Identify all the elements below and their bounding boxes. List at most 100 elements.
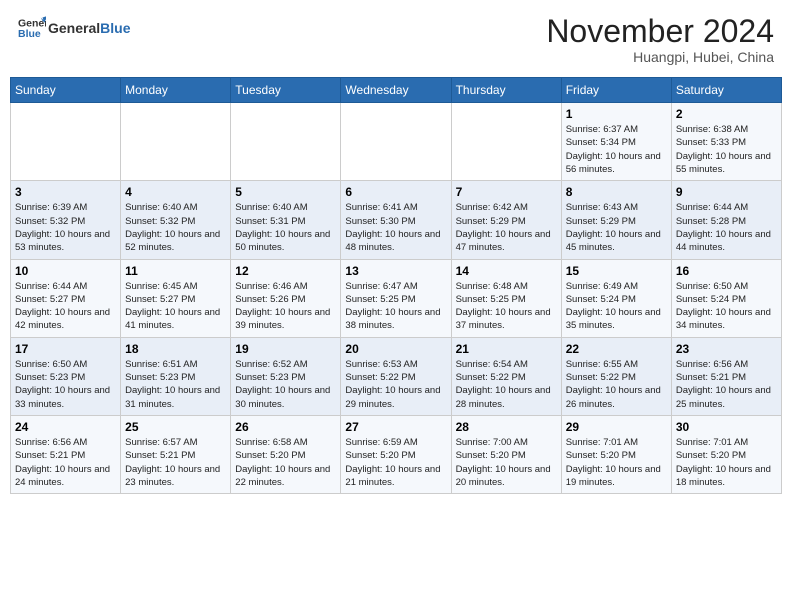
- day-info: Sunrise: 6:40 AM Sunset: 5:32 PM Dayligh…: [125, 201, 226, 254]
- day-info: Sunrise: 6:55 AM Sunset: 5:22 PM Dayligh…: [566, 358, 667, 411]
- day-info: Sunrise: 6:44 AM Sunset: 5:27 PM Dayligh…: [15, 280, 116, 333]
- week-row-1: 1 Sunrise: 6:37 AM Sunset: 5:34 PM Daylig…: [11, 103, 782, 181]
- day-cell: 24 Sunrise: 6:56 AM Sunset: 5:21 PM Dayli…: [11, 415, 121, 493]
- day-cell: 10 Sunrise: 6:44 AM Sunset: 5:27 PM Dayli…: [11, 259, 121, 337]
- day-info: Sunrise: 6:48 AM Sunset: 5:25 PM Dayligh…: [456, 280, 557, 333]
- day-info: Sunrise: 6:50 AM Sunset: 5:23 PM Dayligh…: [15, 358, 116, 411]
- day-info: Sunrise: 6:52 AM Sunset: 5:23 PM Dayligh…: [235, 358, 336, 411]
- week-row-3: 10 Sunrise: 6:44 AM Sunset: 5:27 PM Dayli…: [11, 259, 782, 337]
- header-saturday: Saturday: [671, 78, 781, 103]
- day-number: 15: [566, 264, 667, 278]
- month-title: November 2024: [546, 14, 774, 49]
- day-number: 12: [235, 264, 336, 278]
- week-row-5: 24 Sunrise: 6:56 AM Sunset: 5:21 PM Dayli…: [11, 415, 782, 493]
- day-cell: 9 Sunrise: 6:44 AM Sunset: 5:28 PM Daylig…: [671, 181, 781, 259]
- day-cell: 18Sunrise: 6:51 AM Sunset: 5:23 PM Dayli…: [121, 337, 231, 415]
- day-cell: 27 Sunrise: 6:59 AM Sunset: 5:20 PM Dayli…: [341, 415, 451, 493]
- day-number: 30: [676, 420, 777, 434]
- day-number: 23: [676, 342, 777, 356]
- day-info: Sunrise: 6:53 AM Sunset: 5:22 PM Dayligh…: [345, 358, 446, 411]
- week-row-2: 3Sunrise: 6:39 AM Sunset: 5:32 PM Daylig…: [11, 181, 782, 259]
- day-cell: [341, 103, 451, 181]
- day-info: Sunrise: 6:38 AM Sunset: 5:33 PM Dayligh…: [676, 123, 777, 176]
- day-number: 10: [15, 264, 116, 278]
- day-cell: 22 Sunrise: 6:55 AM Sunset: 5:22 PM Dayli…: [561, 337, 671, 415]
- day-cell: 29 Sunrise: 7:01 AM Sunset: 5:20 PM Dayli…: [561, 415, 671, 493]
- day-info: Sunrise: 6:57 AM Sunset: 5:21 PM Dayligh…: [125, 436, 226, 489]
- calendar-table: SundayMondayTuesdayWednesdayThursdayFrid…: [10, 77, 782, 494]
- day-cell: 23 Sunrise: 6:56 AM Sunset: 5:21 PM Dayli…: [671, 337, 781, 415]
- title-block: November 2024 Huangpi, Hubei, China: [546, 14, 774, 65]
- day-info: Sunrise: 6:49 AM Sunset: 5:24 PM Dayligh…: [566, 280, 667, 333]
- day-info: Sunrise: 6:50 AM Sunset: 5:24 PM Dayligh…: [676, 280, 777, 333]
- page-header: General Blue GeneralBlue November 2024 H…: [10, 10, 782, 69]
- day-number: 26: [235, 420, 336, 434]
- day-number: 5: [235, 185, 336, 199]
- day-info: Sunrise: 6:43 AM Sunset: 5:29 PM Dayligh…: [566, 201, 667, 254]
- day-info: Sunrise: 6:44 AM Sunset: 5:28 PM Dayligh…: [676, 201, 777, 254]
- day-cell: 7 Sunrise: 6:42 AM Sunset: 5:29 PM Daylig…: [451, 181, 561, 259]
- day-cell: 5 Sunrise: 6:40 AM Sunset: 5:31 PM Daylig…: [231, 181, 341, 259]
- day-info: Sunrise: 6:56 AM Sunset: 5:21 PM Dayligh…: [676, 358, 777, 411]
- logo: General Blue GeneralBlue: [18, 14, 130, 42]
- day-number: 1: [566, 107, 667, 121]
- day-number: 16: [676, 264, 777, 278]
- day-info: Sunrise: 6:40 AM Sunset: 5:31 PM Dayligh…: [235, 201, 336, 254]
- day-cell: 26 Sunrise: 6:58 AM Sunset: 5:20 PM Dayli…: [231, 415, 341, 493]
- day-cell: 11Sunrise: 6:45 AM Sunset: 5:27 PM Dayli…: [121, 259, 231, 337]
- day-info: Sunrise: 6:59 AM Sunset: 5:20 PM Dayligh…: [345, 436, 446, 489]
- day-number: 9: [676, 185, 777, 199]
- day-cell: 13 Sunrise: 6:47 AM Sunset: 5:25 PM Dayli…: [341, 259, 451, 337]
- day-info: Sunrise: 6:42 AM Sunset: 5:29 PM Dayligh…: [456, 201, 557, 254]
- day-number: 27: [345, 420, 446, 434]
- day-number: 2: [676, 107, 777, 121]
- day-number: 20: [345, 342, 446, 356]
- day-cell: 6Sunrise: 6:41 AM Sunset: 5:30 PM Daylig…: [341, 181, 451, 259]
- day-cell: 4Sunrise: 6:40 AM Sunset: 5:32 PM Daylig…: [121, 181, 231, 259]
- day-info: Sunrise: 7:01 AM Sunset: 5:20 PM Dayligh…: [566, 436, 667, 489]
- day-number: 21: [456, 342, 557, 356]
- day-info: Sunrise: 6:37 AM Sunset: 5:34 PM Dayligh…: [566, 123, 667, 176]
- logo-text-block: GeneralBlue: [48, 20, 130, 37]
- day-cell: 1 Sunrise: 6:37 AM Sunset: 5:34 PM Daylig…: [561, 103, 671, 181]
- day-cell: 21 Sunrise: 6:54 AM Sunset: 5:22 PM Dayli…: [451, 337, 561, 415]
- header-sunday: Sunday: [11, 78, 121, 103]
- header-monday: Monday: [121, 78, 231, 103]
- day-number: 8: [566, 185, 667, 199]
- day-cell: [451, 103, 561, 181]
- day-cell: 14Sunrise: 6:48 AM Sunset: 5:25 PM Dayli…: [451, 259, 561, 337]
- day-number: 13: [345, 264, 446, 278]
- day-cell: 20 Sunrise: 6:53 AM Sunset: 5:22 PM Dayli…: [341, 337, 451, 415]
- day-info: Sunrise: 6:41 AM Sunset: 5:30 PM Dayligh…: [345, 201, 446, 254]
- day-cell: 25 Sunrise: 6:57 AM Sunset: 5:21 PM Dayli…: [121, 415, 231, 493]
- day-cell: 16 Sunrise: 6:50 AM Sunset: 5:24 PM Dayli…: [671, 259, 781, 337]
- day-cell: 8 Sunrise: 6:43 AM Sunset: 5:29 PM Daylig…: [561, 181, 671, 259]
- day-info: Sunrise: 7:01 AM Sunset: 5:20 PM Dayligh…: [676, 436, 777, 489]
- header-wednesday: Wednesday: [341, 78, 451, 103]
- day-number: 7: [456, 185, 557, 199]
- day-cell: 19Sunrise: 6:52 AM Sunset: 5:23 PM Dayli…: [231, 337, 341, 415]
- day-number: 22: [566, 342, 667, 356]
- header-tuesday: Tuesday: [231, 78, 341, 103]
- day-info: Sunrise: 6:47 AM Sunset: 5:25 PM Dayligh…: [345, 280, 446, 333]
- day-cell: 2 Sunrise: 6:38 AM Sunset: 5:33 PM Daylig…: [671, 103, 781, 181]
- day-number: 17: [15, 342, 116, 356]
- day-cell: 12Sunrise: 6:46 AM Sunset: 5:26 PM Dayli…: [231, 259, 341, 337]
- header-friday: Friday: [561, 78, 671, 103]
- day-number: 24: [15, 420, 116, 434]
- day-number: 25: [125, 420, 226, 434]
- location-subtitle: Huangpi, Hubei, China: [546, 49, 774, 65]
- day-number: 3: [15, 185, 116, 199]
- day-cell: [121, 103, 231, 181]
- day-info: Sunrise: 6:54 AM Sunset: 5:22 PM Dayligh…: [456, 358, 557, 411]
- day-cell: [11, 103, 121, 181]
- day-cell: 3Sunrise: 6:39 AM Sunset: 5:32 PM Daylig…: [11, 181, 121, 259]
- day-number: 29: [566, 420, 667, 434]
- day-cell: 15 Sunrise: 6:49 AM Sunset: 5:24 PM Dayli…: [561, 259, 671, 337]
- day-info: Sunrise: 6:58 AM Sunset: 5:20 PM Dayligh…: [235, 436, 336, 489]
- day-info: Sunrise: 7:00 AM Sunset: 5:20 PM Dayligh…: [456, 436, 557, 489]
- header-thursday: Thursday: [451, 78, 561, 103]
- day-number: 11: [125, 264, 226, 278]
- logo-icon: General Blue: [18, 14, 46, 42]
- day-info: Sunrise: 6:56 AM Sunset: 5:21 PM Dayligh…: [15, 436, 116, 489]
